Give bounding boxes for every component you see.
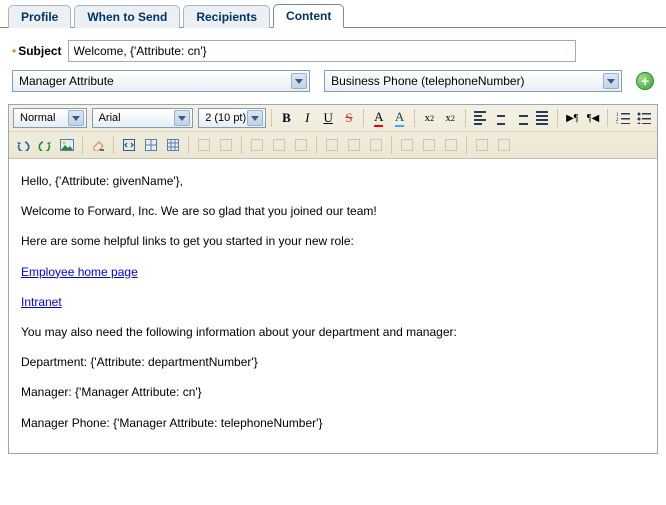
ltr-button[interactable]: ▶¶ bbox=[563, 108, 582, 128]
table-tool-8 bbox=[366, 135, 386, 155]
font-size-select[interactable]: 2 (10 pt) bbox=[198, 108, 266, 128]
table-tool-2 bbox=[216, 135, 236, 155]
tab-profile[interactable]: Profile bbox=[8, 5, 71, 28]
body-line: Here are some helpful links to get you s… bbox=[21, 233, 645, 249]
chevron-down-icon bbox=[603, 73, 619, 89]
add-button[interactable]: + bbox=[636, 72, 654, 90]
font-color-button[interactable]: A bbox=[369, 108, 388, 128]
table-tool-5 bbox=[291, 135, 311, 155]
insert-table-button[interactable] bbox=[141, 135, 161, 155]
chevron-down-icon bbox=[247, 110, 263, 126]
bulleted-list-button[interactable] bbox=[634, 108, 653, 128]
insert-grid-button[interactable] bbox=[163, 135, 183, 155]
required-marker: • bbox=[12, 44, 16, 58]
intranet-link[interactable]: Intranet bbox=[21, 295, 62, 309]
font-family-value: Arial bbox=[99, 112, 121, 124]
undo-button[interactable] bbox=[13, 135, 33, 155]
chevron-down-icon bbox=[291, 73, 307, 89]
table-tool-12 bbox=[472, 135, 492, 155]
body-line: Welcome to Forward, Inc. We are so glad … bbox=[21, 203, 645, 219]
table-tool-13 bbox=[494, 135, 514, 155]
align-center-button[interactable] bbox=[491, 108, 510, 128]
manager-attribute-value: Manager Attribute bbox=[19, 74, 114, 88]
body-line: Manager: {'Manager Attribute: cn'} bbox=[21, 384, 645, 400]
editor-toolbar: Normal Arial 2 (10 pt) B I U S A A x2 x2… bbox=[9, 105, 657, 159]
rich-text-editor: Normal Arial 2 (10 pt) B I U S A A x2 x2… bbox=[8, 104, 658, 454]
table-tool-3 bbox=[247, 135, 267, 155]
employee-home-link[interactable]: Employee home page bbox=[21, 265, 138, 279]
tab-content[interactable]: Content bbox=[273, 4, 344, 28]
highlight-color-button[interactable]: A bbox=[390, 108, 409, 128]
body-line: Department: {'Attribute: departmentNumbe… bbox=[21, 354, 645, 370]
align-left-button[interactable] bbox=[471, 108, 490, 128]
underline-button[interactable]: U bbox=[319, 108, 338, 128]
body-line: Manager Phone: {'Manager Attribute: tele… bbox=[21, 415, 645, 431]
strikethrough-button[interactable]: S bbox=[340, 108, 359, 128]
business-phone-select[interactable]: Business Phone (telephoneNumber) bbox=[324, 70, 622, 92]
insert-image-button[interactable] bbox=[57, 135, 77, 155]
svg-text:3: 3 bbox=[616, 123, 619, 124]
attribute-row: Manager Attribute Business Phone (teleph… bbox=[12, 70, 654, 92]
paragraph-style-value: Normal bbox=[20, 112, 55, 124]
business-phone-value: Business Phone (telephoneNumber) bbox=[331, 74, 524, 88]
table-tool-7 bbox=[344, 135, 364, 155]
table-tool-9 bbox=[397, 135, 417, 155]
editor-content[interactable]: Hello, {'Attribute: givenName'}, Welcome… bbox=[9, 159, 657, 453]
table-tool-4 bbox=[269, 135, 289, 155]
redo-button[interactable] bbox=[35, 135, 55, 155]
tab-strip: Profile When to Send Recipients Content bbox=[0, 0, 666, 28]
font-family-select[interactable]: Arial bbox=[92, 108, 194, 128]
subject-row: • Subject bbox=[12, 40, 654, 62]
chevron-down-icon bbox=[174, 110, 190, 126]
table-tool-11 bbox=[441, 135, 461, 155]
table-tool-10 bbox=[419, 135, 439, 155]
tab-when-to-send[interactable]: When to Send bbox=[74, 5, 180, 28]
table-tool-1 bbox=[194, 135, 214, 155]
erase-format-button[interactable] bbox=[88, 135, 108, 155]
font-size-value: 2 (10 pt) bbox=[205, 112, 246, 124]
subject-input[interactable] bbox=[68, 40, 576, 62]
paragraph-style-select[interactable]: Normal bbox=[13, 108, 87, 128]
align-justify-button[interactable] bbox=[533, 108, 552, 128]
body-line: You may also need the following informat… bbox=[21, 324, 645, 340]
align-right-button[interactable] bbox=[512, 108, 531, 128]
subject-label: Subject bbox=[18, 44, 61, 58]
bold-button[interactable]: B bbox=[277, 108, 296, 128]
numbered-list-button[interactable]: 123 bbox=[613, 108, 632, 128]
table-tool-6 bbox=[322, 135, 342, 155]
tab-recipients[interactable]: Recipients bbox=[183, 5, 270, 28]
chevron-down-icon bbox=[68, 110, 84, 126]
italic-button[interactable]: I bbox=[298, 108, 317, 128]
manager-attribute-select[interactable]: Manager Attribute bbox=[12, 70, 310, 92]
rtl-button[interactable]: ¶◀ bbox=[584, 108, 603, 128]
subscript-button[interactable]: x2 bbox=[420, 108, 439, 128]
source-toggle-button[interactable] bbox=[119, 135, 139, 155]
superscript-button[interactable]: x2 bbox=[441, 108, 460, 128]
body-line: Hello, {'Attribute: givenName'}, bbox=[21, 173, 645, 189]
